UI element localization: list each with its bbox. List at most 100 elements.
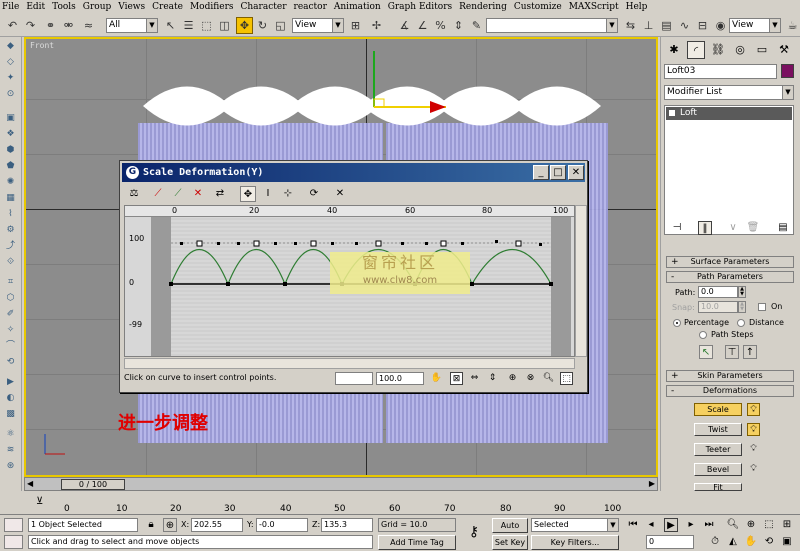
zoom-extents-icon[interactable]: ⬚ bbox=[762, 518, 776, 532]
maxscript-listener[interactable] bbox=[4, 518, 23, 532]
motion-tab-icon[interactable]: ◎ bbox=[731, 41, 749, 59]
key-mode-dropdown[interactable]: Selected ▼ bbox=[531, 518, 619, 532]
pin-stack-icon[interactable]: ⊣ bbox=[670, 221, 684, 235]
previous-frame-icon[interactable]: ◂ bbox=[644, 518, 658, 532]
graph-vertical-scrollbar[interactable] bbox=[575, 205, 587, 357]
tab-nurbs-icon[interactable]: ⌇ bbox=[4, 209, 17, 220]
minimize-button[interactable]: _ bbox=[533, 165, 549, 180]
twist-enable-bulb-icon[interactable]: 💡︎ bbox=[747, 423, 760, 436]
object-color-swatch[interactable] bbox=[781, 64, 794, 78]
make-symmetrical-icon[interactable]: ⚖ bbox=[126, 186, 142, 202]
play-icon[interactable]: ▶ bbox=[664, 518, 678, 532]
prev-shape-icon[interactable]: ⊤ bbox=[725, 345, 739, 359]
menu-character[interactable]: Character bbox=[241, 2, 287, 12]
edit-named-selection-icon[interactable]: ✎ bbox=[468, 17, 485, 34]
swap-curves-icon[interactable]: ⇄ bbox=[212, 186, 228, 202]
select-by-name-icon[interactable]: ☰ bbox=[180, 17, 197, 34]
delete-control-point-icon[interactable]: ✕ bbox=[332, 186, 348, 202]
tab-reactor-icon[interactable]: ⚛ bbox=[4, 429, 17, 440]
tab-cloth-icon[interactable]: ⊛ bbox=[4, 461, 17, 472]
close-button[interactable]: ✕ bbox=[568, 165, 584, 180]
selection-filter-dropdown[interactable]: All ▼ bbox=[106, 18, 158, 33]
menu-animation[interactable]: Animation bbox=[334, 2, 381, 12]
scale-enable-bulb-icon[interactable]: 💡︎ bbox=[747, 403, 760, 416]
snap-on-checkbox[interactable] bbox=[758, 303, 766, 311]
hierarchy-tab-icon[interactable]: ⛓ bbox=[709, 41, 727, 59]
menu-tools[interactable]: Tools bbox=[52, 2, 76, 12]
zoom-extents-icon[interactable]: ⊠ bbox=[450, 372, 463, 385]
unlink-icon[interactable]: ⚮ bbox=[60, 17, 77, 34]
tab-anim-icon[interactable]: ▶ bbox=[4, 377, 17, 388]
tab-patch-icon[interactable]: ▦ bbox=[4, 193, 17, 204]
select-and-scale-icon[interactable]: ◱ bbox=[272, 17, 289, 34]
named-selection-dropdown[interactable]: ▼ bbox=[486, 18, 618, 33]
go-to-start-icon[interactable]: ⏮ bbox=[626, 518, 640, 532]
tab-helper-icon[interactable]: ▣ bbox=[4, 113, 17, 124]
point-position-field[interactable] bbox=[335, 372, 373, 385]
mirror-icon[interactable]: ⇆ bbox=[622, 17, 639, 34]
material-editor-icon[interactable]: ◉ bbox=[712, 17, 729, 34]
menu-help[interactable]: Help bbox=[626, 2, 648, 12]
spinner-snap-icon[interactable]: ⇕ bbox=[450, 17, 467, 34]
select-and-rotate-icon[interactable]: ↻ bbox=[254, 17, 271, 34]
fit-deform-button[interactable]: Fit bbox=[694, 483, 742, 491]
select-and-move-icon[interactable]: ✥ bbox=[236, 17, 253, 34]
quick-render-icon[interactable]: ☕ bbox=[784, 17, 800, 34]
reference-coordinate-dropdown[interactable]: View ▼ bbox=[292, 18, 344, 33]
modifier-list-dropdown[interactable]: Modifier List ▼ bbox=[664, 85, 794, 100]
go-to-end-icon[interactable]: ⏭ bbox=[702, 518, 716, 532]
time-slider-thumb[interactable]: 0 / 100 bbox=[61, 479, 125, 490]
add-time-tag-button[interactable]: Add Time Tag bbox=[378, 535, 456, 550]
tab-compound-icon[interactable]: ⬟ bbox=[4, 161, 17, 172]
redo-icon[interactable]: ↷ bbox=[22, 17, 39, 34]
track-bar[interactable]: 0 10 20 30 40 50 60 70 80 90 100 ⊻ bbox=[24, 492, 658, 514]
set-key-icon[interactable]: ⚷ bbox=[462, 525, 486, 539]
maximize-button[interactable]: □ bbox=[550, 165, 566, 180]
layer-manager-icon[interactable]: ▤ bbox=[658, 17, 675, 34]
bevel-enable-bulb-icon[interactable]: 💡︎ bbox=[747, 463, 760, 476]
snap-toggle-icon[interactable]: ∡ bbox=[396, 17, 413, 34]
key-filters-button[interactable]: Key Filters... bbox=[531, 535, 619, 550]
menu-modifiers[interactable]: Modifiers bbox=[190, 2, 234, 12]
menu-views[interactable]: Views bbox=[118, 2, 145, 12]
curve-editor-icon[interactable]: ∿ bbox=[676, 17, 693, 34]
display-xy-axes-icon[interactable]: ✕ bbox=[190, 186, 206, 202]
object-name-field[interactable]: Loft03 bbox=[664, 64, 777, 79]
zoom-vertical-extents-icon[interactable]: ⇕ bbox=[486, 372, 499, 385]
display-x-axis-icon[interactable]: ⟋ bbox=[150, 186, 166, 202]
display-tab-icon[interactable]: ▭ bbox=[753, 41, 771, 59]
tab-twist-icon[interactable]: ⟲ bbox=[4, 357, 17, 368]
chevron-left-icon[interactable]: ◀ bbox=[27, 479, 33, 488]
display-y-axis-icon[interactable]: ⟋ bbox=[170, 186, 186, 202]
tab-uvw-icon[interactable]: ⟐ bbox=[4, 257, 17, 268]
tab-poly-icon[interactable]: ⬡ bbox=[4, 293, 17, 304]
z-coordinate-field[interactable]: 135.3 bbox=[321, 518, 373, 532]
rollout-path-parameters[interactable]: - Path Parameters bbox=[666, 271, 794, 283]
absolute-mode-icon[interactable]: ⊕ bbox=[163, 518, 177, 532]
stack-item-loft[interactable]: Loft bbox=[666, 107, 792, 120]
tab-particle-icon[interactable]: ✺ bbox=[4, 177, 17, 188]
schematic-view-icon[interactable]: ⊟ bbox=[694, 17, 711, 34]
move-control-point-icon[interactable]: ✥ bbox=[240, 186, 256, 202]
rollout-skin-parameters[interactable]: + Skin Parameters bbox=[666, 370, 794, 382]
next-frame-icon[interactable]: ▸ bbox=[684, 518, 698, 532]
twist-deform-button[interactable]: Twist bbox=[694, 423, 742, 436]
percent-snap-icon[interactable]: % bbox=[432, 17, 449, 34]
tab-spacewarp-icon[interactable]: ❖ bbox=[4, 129, 17, 140]
window-crossing-icon[interactable]: ◫ bbox=[216, 17, 233, 34]
chevron-right-icon[interactable]: ▶ bbox=[649, 479, 655, 488]
set-key-button[interactable]: Set Key bbox=[492, 535, 528, 550]
auto-key-button[interactable]: Auto Key bbox=[492, 518, 528, 543]
zoom-icon[interactable]: 🔍︎ bbox=[726, 518, 740, 532]
pick-shape-icon[interactable]: ↖ bbox=[699, 345, 713, 359]
menu-customize[interactable]: Customize bbox=[514, 2, 562, 12]
undo-icon[interactable]: ↶ bbox=[4, 17, 21, 34]
snap-spinner[interactable]: 10.0 ▲ ▼ bbox=[698, 301, 746, 313]
tab-system-icon[interactable]: ⬢ bbox=[4, 145, 17, 156]
rectangular-selection-icon[interactable]: ⬚ bbox=[198, 17, 215, 34]
menu-graph-editors[interactable]: Graph Editors bbox=[388, 2, 452, 12]
zoom-horizontally-icon[interactable]: ⊕ bbox=[506, 372, 519, 385]
modify-tab-icon[interactable]: ◜ bbox=[687, 41, 705, 59]
zoom-vertically-icon[interactable]: ⊗ bbox=[524, 372, 537, 385]
pivot-center-icon[interactable]: ⊞ bbox=[347, 17, 364, 34]
